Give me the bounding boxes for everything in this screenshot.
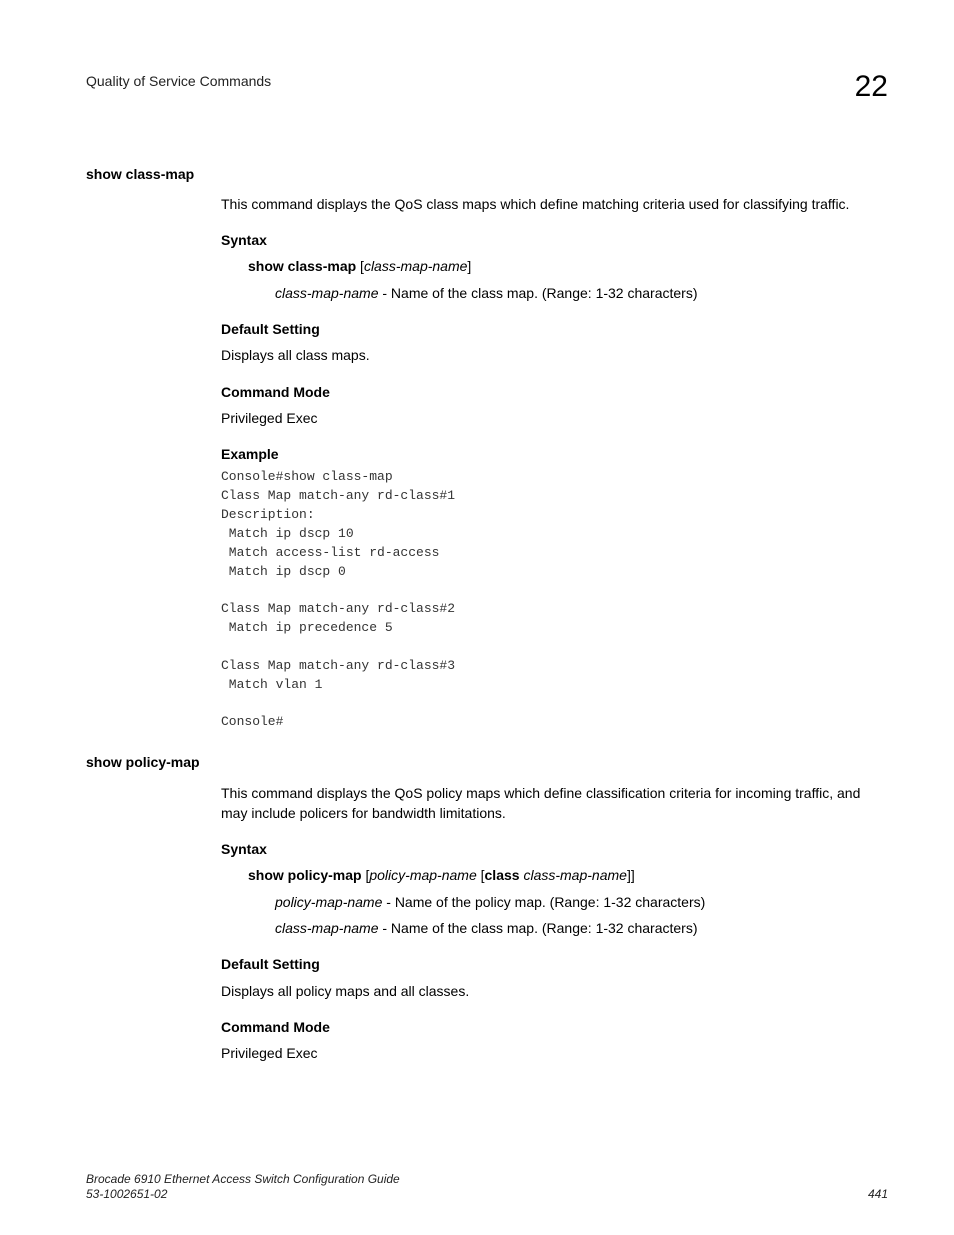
command-mode-heading: Command Mode bbox=[221, 1017, 888, 1037]
default-setting-text: Displays all policy maps and all classes… bbox=[221, 981, 888, 1001]
syntax-param: class-map-name bbox=[364, 258, 467, 274]
command-mode-text: Privileged Exec bbox=[221, 408, 888, 428]
running-header: Quality of Service Commands 22 bbox=[86, 65, 888, 109]
param-desc: - Name of the policy map. (Range: 1-32 c… bbox=[382, 894, 705, 910]
syntax-heading: Syntax bbox=[221, 839, 888, 859]
content-block: This command displays the QoS class maps… bbox=[221, 194, 888, 732]
param-line: class-map-name - Name of the class map. … bbox=[275, 283, 888, 303]
syntax-line: show class-map [class-map-name] bbox=[248, 256, 888, 276]
section-show-class-map: show class-map This command displays the… bbox=[86, 164, 888, 733]
param-name: class-map-name bbox=[275, 920, 378, 936]
intro-text: This command displays the QoS policy map… bbox=[221, 783, 888, 824]
syntax-bracket-open: [ bbox=[356, 258, 364, 274]
syntax-param: policy-map-name bbox=[369, 867, 476, 883]
default-setting-text: Displays all class maps. bbox=[221, 345, 888, 365]
param-desc: - Name of the class map. (Range: 1-32 ch… bbox=[378, 285, 697, 301]
syntax-keyword: class bbox=[485, 867, 520, 883]
footer-doc-number: 53-1002651-02 bbox=[86, 1187, 400, 1203]
param-name: class-map-name bbox=[275, 285, 378, 301]
param-line: class-map-name - Name of the class map. … bbox=[275, 918, 888, 938]
syntax-bracket-close: ] bbox=[467, 258, 471, 274]
footer-left: Brocade 6910 Ethernet Access Switch Conf… bbox=[86, 1172, 400, 1203]
command-name-heading: show class-map bbox=[86, 164, 888, 184]
syntax-command: show class-map bbox=[248, 258, 356, 274]
syntax-param: class-map-name bbox=[523, 867, 626, 883]
default-setting-heading: Default Setting bbox=[221, 319, 888, 339]
syntax-bracket-close: ]] bbox=[627, 867, 635, 883]
param-line: policy-map-name - Name of the policy map… bbox=[275, 892, 888, 912]
example-code: Console#show class-map Class Map match-a… bbox=[221, 468, 888, 732]
command-mode-heading: Command Mode bbox=[221, 382, 888, 402]
command-name-heading: show policy-map bbox=[86, 752, 888, 772]
example-heading: Example bbox=[221, 444, 888, 464]
param-name: policy-map-name bbox=[275, 894, 382, 910]
footer-page-number: 441 bbox=[868, 1186, 888, 1203]
syntax-bracket: [ bbox=[477, 867, 485, 883]
syntax-heading: Syntax bbox=[221, 230, 888, 250]
default-setting-heading: Default Setting bbox=[221, 954, 888, 974]
chapter-number: 22 bbox=[855, 65, 888, 109]
content-block: This command displays the QoS policy map… bbox=[221, 783, 888, 1064]
command-mode-text: Privileged Exec bbox=[221, 1043, 888, 1063]
page-container: Quality of Service Commands 22 show clas… bbox=[0, 0, 954, 1235]
running-header-title: Quality of Service Commands bbox=[86, 65, 271, 91]
syntax-line: show policy-map [policy-map-name [class … bbox=[248, 865, 888, 885]
param-desc: - Name of the class map. (Range: 1-32 ch… bbox=[378, 920, 697, 936]
syntax-command: show policy-map bbox=[248, 867, 362, 883]
section-show-policy-map: show policy-map This command displays th… bbox=[86, 752, 888, 1063]
page-footer: Brocade 6910 Ethernet Access Switch Conf… bbox=[86, 1172, 888, 1203]
footer-guide-title: Brocade 6910 Ethernet Access Switch Conf… bbox=[86, 1172, 400, 1188]
intro-text: This command displays the QoS class maps… bbox=[221, 194, 888, 214]
